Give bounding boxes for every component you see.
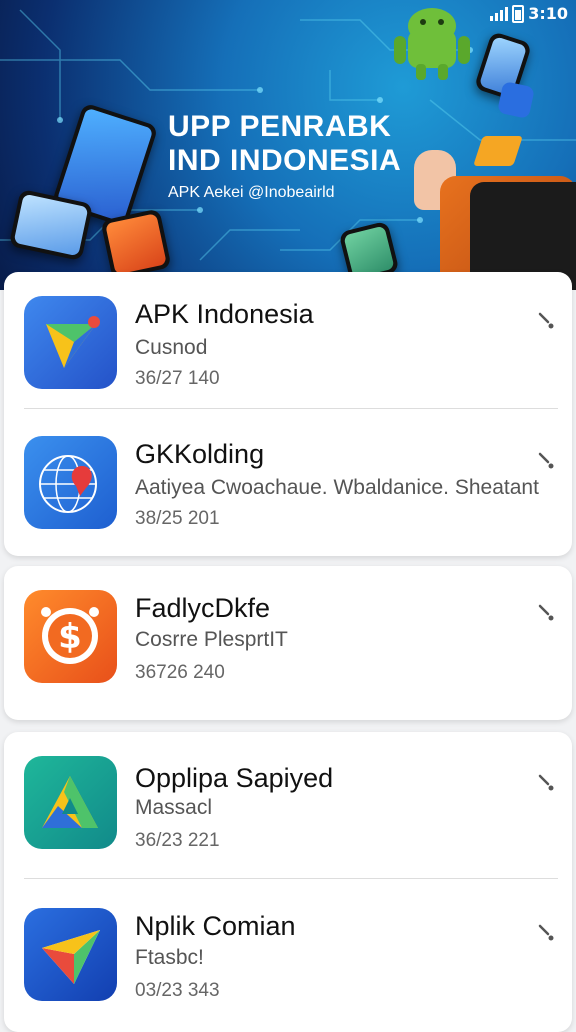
signal-icon bbox=[490, 6, 509, 21]
app-list-item[interactable]: Opplipa Sapiyed Massacl 36/23 221 bbox=[4, 732, 572, 872]
status-time: 3:10 bbox=[528, 4, 568, 23]
app-meta: 36726 240 bbox=[135, 662, 225, 683]
dollar-coin-icon: $ bbox=[24, 590, 117, 683]
app-name: Opplipa Sapiyed bbox=[135, 763, 334, 793]
hero-banner: 3:10 UPP PENRABK IND INDONESIA APK Aekei… bbox=[0, 0, 576, 290]
app-name: FadlycDkfe bbox=[135, 593, 271, 623]
app-meta: 36/27 140 bbox=[135, 368, 220, 389]
divider bbox=[24, 878, 558, 879]
status-bar: 3:10 bbox=[490, 4, 568, 23]
app-name: APK Indonesia bbox=[135, 299, 314, 329]
banner-subtitle: APK Aekei @Inobeairld bbox=[168, 184, 335, 201]
battery-icon bbox=[512, 4, 525, 23]
app-list-item[interactable]: $ FadlycDkfe Cosrre PlesprtIT 36726 240 bbox=[4, 566, 572, 706]
banner-title-line1: UPP PENRABK bbox=[168, 110, 392, 143]
banner-title: UPP PENRABK IND INDONESIA bbox=[168, 110, 401, 178]
app-description: Ftasbc! bbox=[135, 946, 204, 969]
app-meta: 36/23 221 bbox=[135, 830, 220, 851]
app-description: Cosrre PlesprtIT bbox=[135, 628, 288, 651]
app-meta: 38/25 201 bbox=[135, 508, 220, 529]
phone-illustration bbox=[100, 208, 172, 280]
more-options-icon[interactable] bbox=[534, 920, 558, 944]
app-name: Nplik Comian bbox=[135, 911, 296, 941]
app-name: GKKolding bbox=[135, 439, 265, 469]
app-description: Massacl bbox=[135, 796, 213, 819]
more-options-icon[interactable] bbox=[534, 600, 558, 624]
app-card: Opplipa Sapiyed Massacl 36/23 221 Nplik … bbox=[4, 732, 572, 1032]
more-options-icon[interactable] bbox=[534, 770, 558, 794]
app-description: Aatiyea Cwoachaue. Wbaldanice. Sheatant bbox=[135, 476, 539, 499]
android-robot-icon bbox=[394, 8, 470, 80]
app-meta: 03/23 343 bbox=[135, 980, 220, 1001]
more-options-icon[interactable] bbox=[534, 308, 558, 332]
app-list-item[interactable]: GKKolding Aatiyea Cwoachaue. Wbaldanice.… bbox=[4, 412, 572, 552]
app-list-item[interactable]: APK Indonesia Cusnod 36/27 140 bbox=[4, 272, 572, 412]
app-description: Cusnod bbox=[135, 336, 208, 359]
divider bbox=[24, 408, 558, 409]
banner-title-line2: IND INDONESIA bbox=[168, 144, 402, 177]
triangle-a-icon bbox=[24, 756, 117, 849]
globe-pin-icon bbox=[24, 436, 117, 529]
app-card: $ FadlycDkfe Cosrre PlesprtIT 36726 240 bbox=[4, 566, 572, 720]
send-arrow-icon bbox=[24, 296, 117, 389]
paper-plane-icon bbox=[24, 908, 117, 1001]
app-card: APK Indonesia Cusnod 36/27 140 GKKolding… bbox=[4, 272, 572, 556]
app-list-item[interactable]: Nplik Comian Ftasbc! 03/23 343 bbox=[4, 882, 572, 1022]
more-options-icon[interactable] bbox=[534, 448, 558, 472]
svg-text:$: $ bbox=[58, 617, 82, 657]
